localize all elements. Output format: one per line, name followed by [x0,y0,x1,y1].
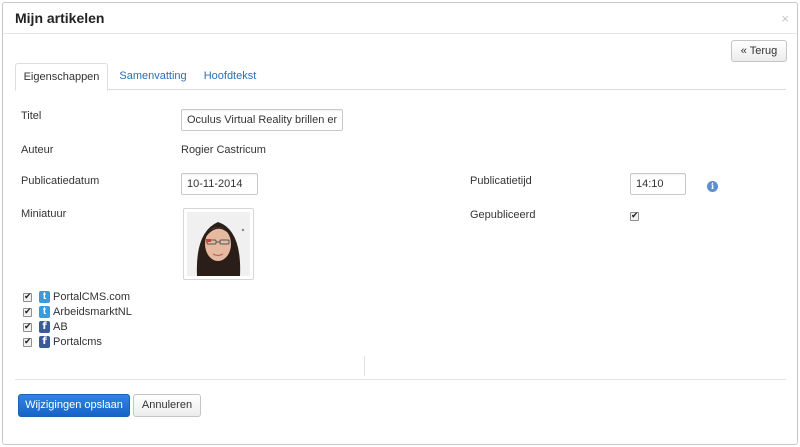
social-label: PortalCMS.com [53,291,131,303]
twitter-icon: t [39,291,50,303]
social-checkbox[interactable]: ✔ [23,322,32,332]
facebook-icon: f [39,321,50,333]
info-icon[interactable]: i [707,181,718,192]
social-option-arbeidsmarktnl-twitter: ✔ t ArbeidsmarktNL [23,306,183,320]
pubtime-input[interactable] [630,173,686,195]
pubtime-label: Publicatietijd [470,175,532,187]
social-label: Portalcms [53,336,102,348]
check-icon: ✔ [24,337,32,347]
social-checkbox[interactable]: ✔ [23,292,32,302]
portrait-image [187,212,250,276]
author-label: Auteur [21,144,54,156]
twitter-icon: t [39,306,50,318]
check-icon: ✔ [24,292,32,302]
footer-divider [15,379,786,380]
social-option-portalcms-twitter: ✔ t PortalCMS.com [23,291,183,305]
tab-bar: Eigenschappen Samenvatting Hoofdtekst [15,63,786,91]
title-label: Titel [21,110,42,122]
modal-title: Mijn artikelen [15,10,105,26]
tab-samenvatting[interactable]: Samenvatting [113,63,193,91]
cancel-button[interactable]: Annuleren [133,394,201,417]
check-icon: ✔ [631,211,639,221]
facebook-icon: f [39,336,50,348]
modal-header: Mijn artikelen × [3,3,797,34]
check-icon: ✔ [24,322,32,332]
save-button[interactable]: Wijzigingen opslaan [18,394,130,417]
published-label: Gepubliceerd [470,209,536,221]
tab-eigenschappen[interactable]: Eigenschappen [15,63,108,91]
published-checkbox[interactable]: ✔ [630,211,639,221]
tab-hoofdtekst[interactable]: Hoofdtekst [198,63,262,91]
thumbnail-image[interactable] [183,208,254,280]
back-button[interactable]: « Terug [731,40,787,62]
check-icon: ✔ [24,307,32,317]
social-label: AB [53,321,68,333]
close-icon[interactable]: × [781,12,789,25]
portrait-illustration [187,212,250,276]
social-option-ab-facebook: ✔ f AB [23,321,183,335]
pubdate-input[interactable] [181,173,258,195]
social-checkbox[interactable]: ✔ [23,307,32,317]
social-checkbox[interactable]: ✔ [23,337,32,347]
pubdate-label: Publicatiedatum [21,175,100,187]
column-divider [364,356,365,376]
social-option-portalcms-facebook: ✔ f Portalcms [23,336,183,350]
social-label: ArbeidsmarktNL [53,306,132,318]
thumbnail-label: Miniatuur [21,208,67,220]
article-modal: Mijn artikelen × « Terug Eigenschappen S… [2,2,798,445]
author-value: Rogier Castricum [181,144,266,156]
title-input[interactable] [181,109,343,131]
